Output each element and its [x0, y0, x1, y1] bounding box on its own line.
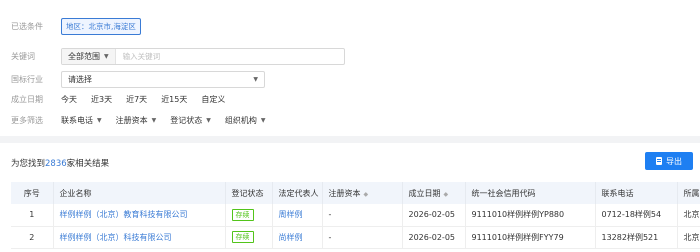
date-option-today[interactable]: 今天: [61, 94, 77, 105]
col-header-capital[interactable]: 注册资本 ◆: [322, 182, 403, 204]
col-header-date-label: 成立日期: [408, 188, 441, 198]
date-row: 成立日期 今天 近3天 近7天 近15天 自定义: [11, 94, 239, 105]
keyword-label: 关键词: [11, 52, 35, 61]
industry-select-value: 请选择: [68, 75, 92, 84]
sort-icon: ◆: [363, 190, 369, 198]
status-filter-dropdown[interactable]: 登记状态 ▼: [170, 115, 211, 126]
more-filters-row: 更多筛选 联系电话 ▼ 注册资本 ▼ 登记状态 ▼ 组织机构 ▼: [11, 115, 280, 126]
table-header-row: 序号 企业名称 登记状态 法定代表人 注册资本 ◆ 成立日期 ◆ 统一社会信用代码 …: [11, 182, 700, 204]
legal-rep-link[interactable]: 周样例: [272, 204, 323, 227]
selected-conditions-row: 已选条件 地区：北京市,海淀区: [11, 18, 141, 35]
capital-cell: -: [322, 226, 403, 249]
credit-code-cell: 9111010样例样例FYY79: [465, 226, 596, 249]
col-header-status: 登记状态: [225, 182, 273, 204]
industry-row: 国标行业 请选择 ▼: [11, 71, 265, 88]
row-index: 2: [11, 226, 54, 249]
legal-rep-link[interactable]: 尚样例: [272, 226, 323, 249]
org-filter-label: 组织机构: [224, 116, 257, 125]
col-header-legal-rep: 法定代表人: [272, 182, 323, 204]
col-header-company: 企业名称: [53, 182, 226, 204]
phone-cell: 13282样例521: [595, 226, 678, 249]
date-label: 成立日期: [11, 95, 43, 104]
date-option-3days[interactable]: 近3天: [91, 94, 112, 105]
keyword-search-box: 全部范围 ▼: [61, 48, 345, 65]
selected-conditions-label: 已选条件: [11, 22, 43, 31]
status-badge: 存续: [231, 208, 254, 221]
results-table: 序号 企业名称 登记状态 法定代表人 注册资本 ◆ 成立日期 ◆ 统一社会信用代码 …: [11, 182, 700, 249]
chevron-down-icon: ▼: [253, 76, 258, 83]
col-header-capital-label: 注册资本: [328, 188, 361, 198]
keyword-input[interactable]: [115, 52, 316, 61]
phone-filter-dropdown[interactable]: 联系电话 ▼: [61, 115, 102, 126]
chevron-down-icon: ▼: [260, 117, 266, 124]
table-row: 1 样例样例（北京）教育科技有限公司 存续 周样例 - 2026-02-05 9…: [11, 204, 700, 227]
date-option-15days[interactable]: 近15天: [161, 94, 187, 105]
date-cell: 2026-02-05: [402, 226, 466, 249]
result-summary: 为您找到2836家相关结果: [11, 157, 109, 169]
industry-label: 国标行业: [11, 75, 43, 84]
region-cell: 北京: [677, 204, 700, 227]
row-index: 1: [11, 204, 54, 227]
capital-cell: -: [322, 204, 403, 227]
chevron-down-icon: ▼: [206, 117, 211, 124]
status-badge: 存续: [231, 231, 254, 243]
col-header-date[interactable]: 成立日期 ◆: [402, 182, 466, 204]
chevron-down-icon: ▼: [97, 117, 102, 124]
org-filter-dropdown[interactable]: 组织机构 ▼: [225, 115, 266, 126]
chevron-down-icon: ▼: [151, 117, 157, 124]
industry-select[interactable]: 请选择 ▼: [61, 71, 265, 88]
summary-suffix: 家相关结果: [66, 159, 110, 169]
more-filters-label: 更多筛选: [11, 116, 43, 125]
export-icon: [656, 157, 662, 165]
status-cell: 存续: [225, 226, 273, 249]
keyword-scope-select[interactable]: 全部范围 ▼: [62, 49, 116, 64]
chevron-down-icon: ▼: [104, 53, 109, 60]
col-header-credit-code: 统一社会信用代码: [465, 182, 596, 204]
company-name-link[interactable]: 样例样例（北京）教育科技有限公司: [53, 204, 226, 227]
results-panel: 为您找到2836家相关结果 导出 序号 企业名称 登记状态 法定代表人 注册资本…: [0, 143, 700, 252]
status-cell: 存续: [225, 204, 273, 227]
summary-prefix: 为您找到: [11, 159, 46, 169]
credit-code-cell: 9111010样例样例YP880: [465, 204, 596, 227]
capital-filter-dropdown[interactable]: 注册资本 ▼: [116, 115, 157, 126]
date-option-7days[interactable]: 近7天: [126, 94, 147, 105]
col-header-index: 序号: [11, 182, 54, 204]
col-header-region: 所属: [677, 182, 700, 204]
sort-icon: ◆: [443, 190, 449, 198]
region-filter-tag[interactable]: 地区：北京市,海淀区: [61, 18, 141, 35]
filter-panel: 已选条件 地区：北京市,海淀区 关键词 全部范围 ▼ 国标行业 请选择 ▼ 成立…: [0, 0, 700, 136]
keyword-row: 关键词 全部范围 ▼: [11, 48, 345, 65]
date-option-custom[interactable]: 自定义: [201, 94, 225, 105]
status-filter-label: 登记状态: [170, 116, 203, 125]
export-label: 导出: [666, 156, 682, 166]
date-cell: 2026-02-05: [402, 204, 466, 227]
region-cell: 北京: [677, 226, 700, 249]
capital-filter-label: 注册资本: [115, 116, 148, 125]
result-count: 2836: [45, 159, 67, 169]
table-row: 2 样例样例（北京）科技有限公司 存续 尚样例 - 2026-02-05 911…: [11, 226, 700, 249]
keyword-scope-value: 全部范围: [68, 52, 100, 61]
company-name-link[interactable]: 样例样例（北京）科技有限公司: [53, 226, 226, 249]
col-header-phone: 联系电话: [595, 182, 678, 204]
phone-filter-label: 联系电话: [61, 116, 93, 125]
phone-cell: 0712-18样例54: [595, 204, 678, 227]
export-button[interactable]: 导出: [645, 152, 693, 170]
